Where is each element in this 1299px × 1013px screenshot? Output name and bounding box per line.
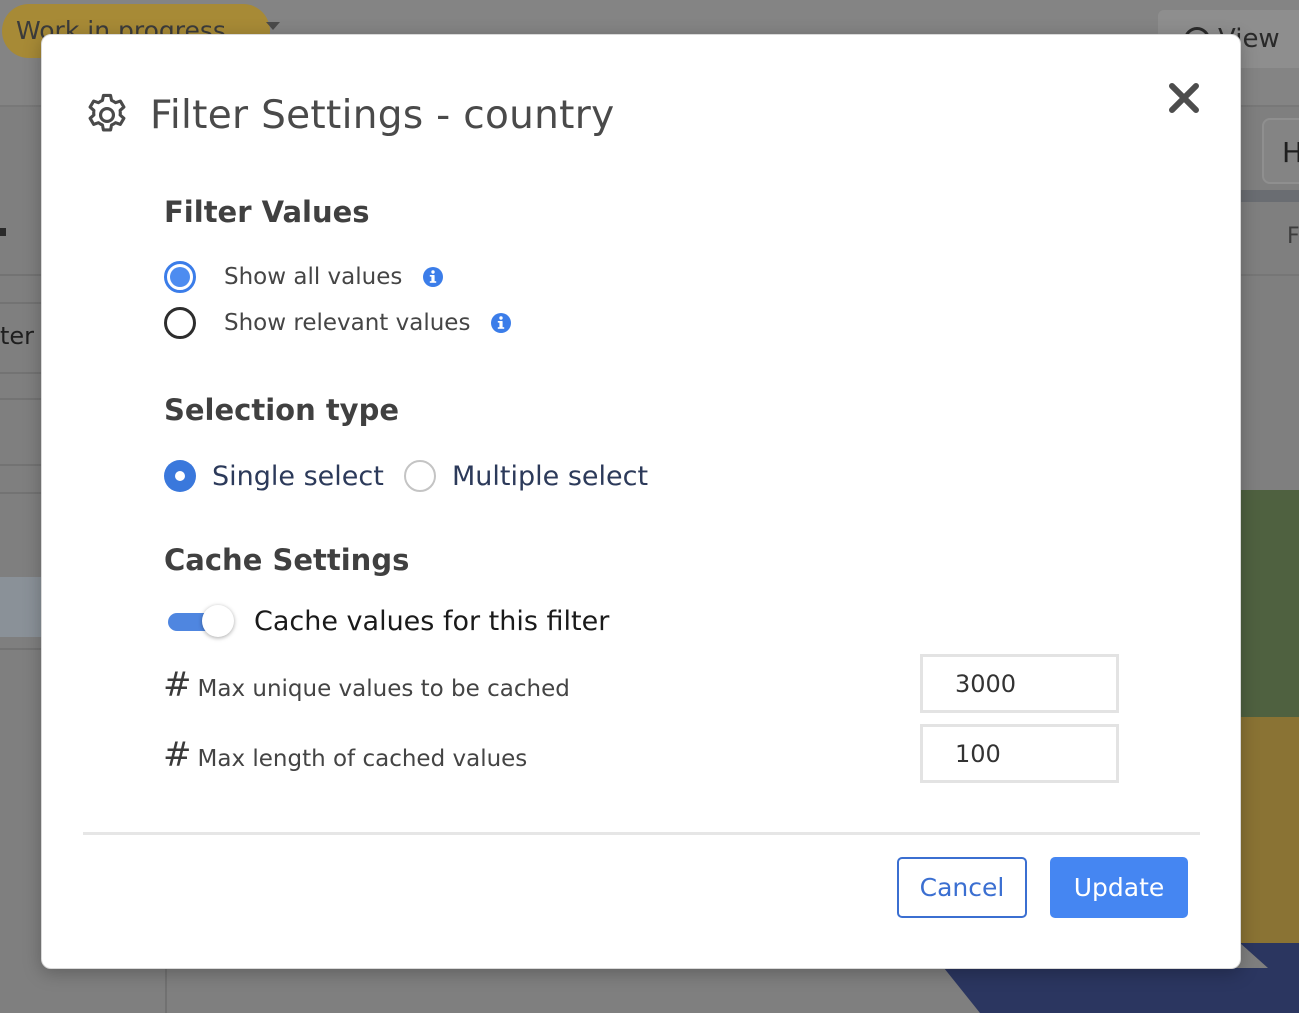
radio-label: Show all values (224, 264, 403, 290)
gear-icon (88, 93, 126, 132)
radio-show-all-values[interactable]: Show all values (164, 261, 444, 293)
radio-button-selected[interactable] (164, 261, 196, 293)
filter-values-heading: Filter Values (164, 195, 370, 229)
dialog-title: Filter Settings - country (150, 92, 615, 138)
info-icon[interactable] (422, 266, 444, 288)
hash-icon: # (163, 665, 192, 705)
max-unique-values-input[interactable] (920, 654, 1119, 713)
info-icon[interactable] (490, 312, 512, 334)
field-label-text: Max unique values to be cached (197, 676, 570, 702)
selection-type-heading: Selection type (164, 393, 400, 427)
cancel-button[interactable]: Cancel (897, 857, 1027, 918)
max-length-label: # Max length of cached values (163, 735, 527, 775)
dialog-header: Filter Settings - country (82, 87, 614, 143)
cache-settings-heading: Cache Settings (164, 543, 410, 577)
hash-icon: # (163, 735, 192, 775)
radio-show-relevant-values[interactable]: Show relevant values (164, 307, 512, 339)
cache-values-toggle[interactable] (168, 605, 234, 637)
field-label-text: Max length of cached values (197, 746, 528, 772)
radio-button[interactable] (404, 460, 436, 492)
footer-divider (83, 832, 1200, 835)
radio-single-select[interactable]: Single select (164, 460, 384, 492)
max-unique-values-label: # Max unique values to be cached (163, 665, 570, 705)
filter-settings-dialog: Filter Settings - country Filter Values … (41, 34, 1241, 969)
radio-button-selected[interactable] (164, 460, 196, 492)
radio-label: Show relevant values (224, 310, 471, 336)
radio-label: Multiple select (452, 460, 649, 492)
close-icon[interactable] (1166, 80, 1202, 116)
radio-label: Single select (212, 460, 384, 492)
radio-multiple-select[interactable]: Multiple select (404, 460, 648, 492)
toggle-knob[interactable] (202, 605, 234, 637)
radio-button[interactable] (164, 307, 196, 339)
max-length-input[interactable] (920, 724, 1119, 783)
update-button[interactable]: Update (1050, 857, 1188, 918)
cache-values-label: Cache values for this filter (254, 606, 610, 637)
